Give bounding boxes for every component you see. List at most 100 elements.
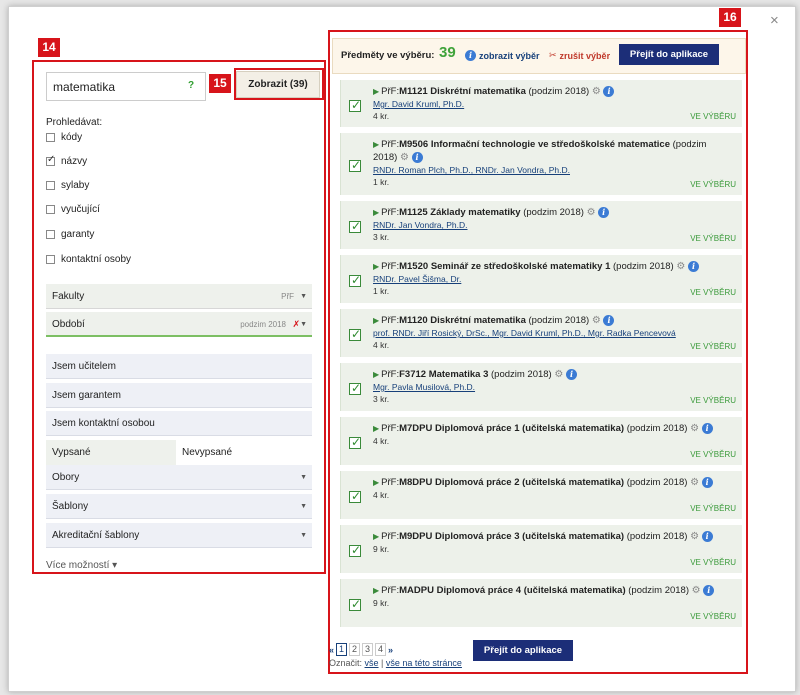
search-in-syllabi[interactable]: sylaby [46, 180, 89, 191]
pager-page-1[interactable]: 1 [336, 643, 348, 656]
expand-triangle-icon[interactable]: ▶ [373, 262, 379, 271]
faculty-filter[interactable]: Fakulty PřF ▼ [46, 284, 312, 309]
expand-triangle-icon[interactable]: ▶ [373, 370, 379, 379]
course-checkbox[interactable] [349, 489, 361, 503]
info-icon[interactable]: i [701, 531, 713, 542]
info-icon[interactable]: i [701, 477, 713, 488]
period-filter[interactable]: Období podzim 2018 ✗ ▼ [46, 312, 312, 337]
show-selection-link[interactable]: i zobrazit výběr [465, 50, 540, 61]
course-teachers[interactable]: RNDr. Jan Vondra, Ph.D. [373, 220, 468, 230]
expand-triangle-icon[interactable]: ▶ [373, 424, 379, 433]
info-icon[interactable]: i [598, 207, 610, 218]
listed-toggle[interactable]: Vypsané [46, 440, 176, 465]
checkbox[interactable] [46, 205, 55, 214]
course-title[interactable]: ▶ PřF:M1120 Diskrétní matematika (podzim … [373, 314, 720, 327]
checkbox[interactable] [46, 230, 55, 239]
pager-page-2[interactable]: 2 [349, 643, 361, 656]
course-title[interactable]: ▶ PřF:M9DPU Diplomová práce 3 (učitelská … [373, 530, 720, 543]
go-to-app-button-bottom[interactable]: Přejít do aplikace [473, 640, 573, 661]
checkbox-checked[interactable] [46, 154, 55, 166]
course-checkbox[interactable] [349, 158, 361, 172]
accreditation-dropdown[interactable]: Akreditační šablony ▼ [46, 523, 312, 548]
course-title[interactable]: ▶ PřF:M9506 Informační technologie ve stř… [373, 138, 720, 164]
search-in-guarantors[interactable]: garanty [46, 229, 94, 240]
gear-icon[interactable]: ⚙ [587, 207, 596, 218]
info-icon[interactable]: i [687, 261, 699, 272]
course-checkbox[interactable] [349, 543, 361, 557]
course-item[interactable]: ▶PřF:F3712 Matematika 3 (podzim 2018) ⚙ … [340, 363, 742, 411]
search-input[interactable] [46, 72, 206, 101]
info-icon[interactable]: i [703, 585, 715, 596]
cancel-selection-link[interactable]: ✂ zrušit výběr [549, 50, 610, 61]
option-i-am-contact[interactable]: Jsem kontaktní osobou [46, 411, 312, 436]
course-checkbox[interactable] [349, 98, 361, 112]
fields-dropdown[interactable]: Obory ▼ [46, 465, 312, 490]
pager-next[interactable]: » [388, 645, 393, 655]
gear-icon[interactable]: ⚙ [592, 315, 601, 326]
course-checkbox[interactable] [349, 327, 361, 341]
pager-page-3[interactable]: 3 [362, 643, 374, 656]
gear-icon[interactable]: ⚙ [690, 423, 699, 434]
course-title[interactable]: ▶ PřF:M7DPU Diplomová práce 1 (učitelská … [373, 422, 720, 435]
course-title[interactable]: ▶ PřF:M1125 Základy matematiky (podzim 20… [373, 206, 720, 219]
course-item[interactable]: ▶PřF:M1125 Základy matematiky (podzim 20… [340, 201, 742, 249]
go-to-app-button[interactable]: Přejít do aplikace [619, 44, 719, 65]
course-teachers[interactable]: RNDr. Pavel Šišma, Dr. [373, 274, 461, 284]
course-item[interactable]: ▶PřF:M1520 Seminář ze středoškolské mate… [340, 255, 742, 303]
gear-icon[interactable]: ⚙ [676, 261, 685, 272]
course-teachers[interactable]: prof. RNDr. Jiří Rosický, DrSc., Mgr. Da… [373, 328, 676, 338]
expand-triangle-icon[interactable]: ▶ [373, 478, 379, 487]
templates-dropdown[interactable]: Šablony ▼ [46, 494, 312, 519]
info-icon[interactable]: i [411, 152, 423, 163]
clear-icon[interactable]: ✗ [292, 312, 300, 337]
gear-icon[interactable]: ⚙ [690, 477, 699, 488]
expand-triangle-icon[interactable]: ▶ [373, 87, 379, 96]
gear-icon[interactable]: ⚙ [592, 86, 601, 97]
course-checkbox[interactable] [349, 597, 361, 611]
course-title[interactable]: ▶ PřF:MADPU Diplomová práce 4 (učitelská … [373, 584, 720, 597]
course-checkbox[interactable] [349, 219, 361, 233]
close-icon[interactable]: × [770, 13, 779, 28]
course-item[interactable]: ▶PřF:M7DPU Diplomová práce 1 (učitelská … [340, 417, 742, 465]
search-in-codes[interactable]: kódy [46, 132, 82, 143]
search-in-names[interactable]: názvy [46, 154, 87, 167]
option-i-am-guarantor[interactable]: Jsem garantem [46, 383, 312, 408]
info-icon[interactable]: i [603, 86, 615, 97]
course-item[interactable]: ▶PřF:MADPU Diplomová práce 4 (učitelská … [340, 579, 742, 627]
search-in-teachers[interactable]: vyučující [46, 204, 100, 215]
course-checkbox[interactable] [349, 381, 361, 395]
select-page-link[interactable]: vše na této stránce [386, 658, 462, 668]
info-icon[interactable]: i [603, 315, 615, 326]
option-i-am-teacher[interactable]: Jsem učitelem [46, 354, 312, 379]
expand-triangle-icon[interactable]: ▶ [373, 532, 379, 541]
course-title[interactable]: ▶ PřF:M1121 Diskrétní matematika (podzim … [373, 85, 720, 98]
course-item[interactable]: ▶PřF:M8DPU Diplomová práce 2 (učitelská … [340, 471, 742, 519]
course-item[interactable]: ▶PřF:M9506 Informační technologie ve stř… [340, 133, 742, 195]
pager-page-4[interactable]: 4 [375, 643, 387, 656]
course-title[interactable]: ▶ PřF:M8DPU Diplomová práce 2 (učitelská … [373, 476, 720, 489]
expand-triangle-icon[interactable]: ▶ [373, 316, 379, 325]
search-in-contacts[interactable]: kontaktní osoby [46, 254, 131, 265]
course-title[interactable]: ▶ PřF:F3712 Matematika 3 (podzim 2018) ⚙ … [373, 368, 720, 381]
course-item[interactable]: ▶PřF:M9DPU Diplomová práce 3 (učitelská … [340, 525, 742, 573]
help-icon[interactable]: ? [188, 80, 194, 91]
course-checkbox[interactable] [349, 435, 361, 449]
info-icon[interactable]: i [701, 423, 713, 434]
course-teachers[interactable]: Mgr. Pavla Musilová, Ph.D. [373, 382, 475, 392]
select-all-link[interactable]: vše [365, 658, 379, 668]
course-item[interactable]: ▶PřF:M1121 Diskrétní matematika (podzim … [340, 80, 742, 127]
course-checkbox[interactable] [349, 273, 361, 287]
expand-triangle-icon[interactable]: ▶ [373, 140, 379, 149]
checkbox[interactable] [46, 255, 55, 264]
info-icon[interactable]: i [565, 369, 577, 380]
pager-prev[interactable]: « [329, 645, 334, 655]
unlisted-toggle[interactable]: Nevypsané [176, 440, 308, 465]
course-teachers[interactable]: RNDr. Roman Plch, Ph.D., RNDr. Jan Vondr… [373, 165, 570, 175]
expand-triangle-icon[interactable]: ▶ [373, 208, 379, 217]
expand-triangle-icon[interactable]: ▶ [373, 586, 379, 595]
more-options-link[interactable]: Více možností ▾ [46, 560, 117, 571]
course-title[interactable]: ▶ PřF:M1520 Seminář ze středoškolské mate… [373, 260, 720, 273]
course-teachers[interactable]: Mgr. David Kruml, Ph.D. [373, 99, 464, 109]
checkbox[interactable] [46, 133, 55, 142]
show-results-button[interactable]: Zobrazit (39) [236, 71, 320, 98]
